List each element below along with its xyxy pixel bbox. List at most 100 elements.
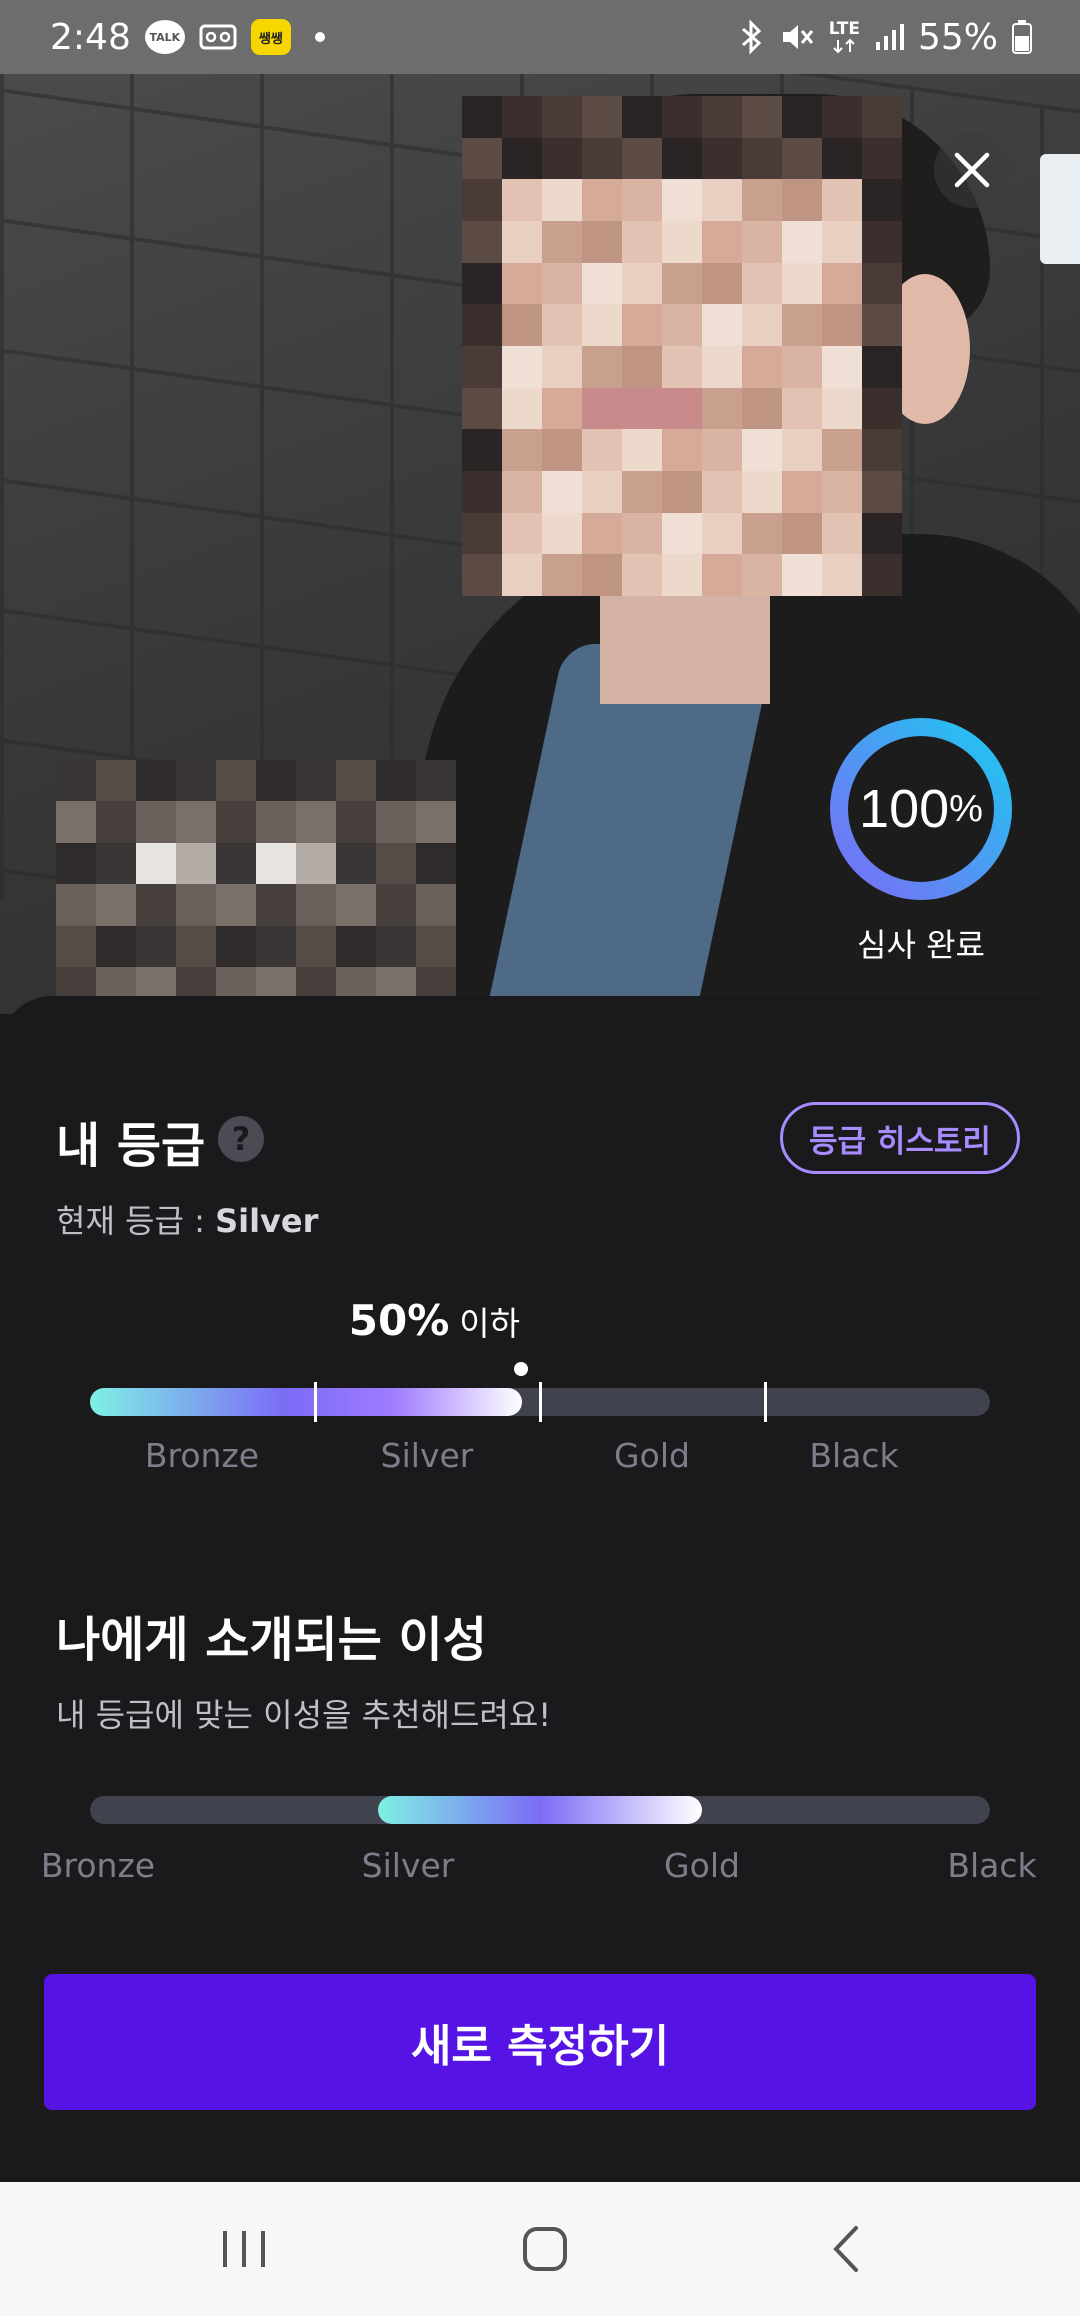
face-pixel (862, 346, 902, 388)
grade-history-button[interactable]: 등급 히스토리 (780, 1102, 1020, 1174)
logo-pixel (336, 760, 376, 802)
face-pixel (702, 512, 742, 555)
face-pixel (742, 346, 782, 388)
logo-pixel (256, 801, 296, 843)
face-pixel (542, 512, 582, 555)
face-pixel (782, 137, 822, 180)
current-grade: 현재 등급 : Silver (56, 1196, 318, 1242)
face-pixel (582, 346, 622, 388)
face-pixel (662, 221, 702, 263)
grade-tier-black: Black (809, 1436, 899, 1475)
face-pixel (862, 304, 902, 346)
face-pixel (622, 262, 662, 305)
face-pixel (582, 304, 622, 346)
face-pixel (702, 346, 742, 388)
face-pixel (582, 387, 622, 430)
face-pixel (782, 471, 822, 513)
face-pixel (662, 96, 702, 138)
logo-pixel (336, 925, 376, 968)
face-pixel (622, 137, 662, 180)
face-pixel (502, 387, 542, 430)
logo-pixel (56, 760, 96, 802)
home-icon (523, 2227, 567, 2271)
tier-divider (764, 1382, 767, 1422)
face-pixel (502, 346, 542, 388)
grade-fill (90, 1388, 522, 1416)
face-pixel (582, 262, 622, 305)
face-pixel (542, 387, 582, 430)
logo-pixel (176, 884, 216, 926)
logo-pixel (96, 925, 136, 968)
face-pixel (662, 554, 702, 596)
face-pixel (662, 346, 702, 388)
logo-pixel (216, 925, 256, 968)
back-button[interactable] (766, 2182, 926, 2316)
face-pixel (822, 304, 862, 346)
face-pixel (862, 179, 902, 221)
face-pixel (662, 387, 702, 430)
face-pixel (502, 304, 542, 346)
face-pixel (702, 304, 742, 346)
logo-pixel (336, 842, 376, 885)
status-left: 2:48 TALK 쌩쌩 (50, 17, 325, 58)
face-pixel (622, 179, 662, 221)
face-pixel (462, 137, 502, 180)
face-pixel (742, 429, 782, 471)
help-icon[interactable]: ? (218, 1116, 264, 1162)
face-pixel (742, 554, 782, 596)
logo-pixel (416, 842, 456, 885)
grade-track (90, 1382, 990, 1422)
close-icon (954, 152, 990, 188)
face-pixel (782, 554, 822, 596)
face-pixel (862, 262, 902, 305)
face-pixel (502, 512, 542, 555)
face-pixel (822, 96, 862, 138)
face-pixel (542, 554, 582, 596)
system-nav-bar (0, 2182, 1080, 2316)
current-grade-prefix: 현재 등급 : (56, 1202, 216, 1240)
face-pixel (862, 137, 902, 180)
logo-pixel (416, 801, 456, 843)
logo-pixel (176, 925, 216, 968)
close-button[interactable] (934, 132, 1010, 208)
logo-pixel (336, 884, 376, 926)
match-tier-gold: Gold (664, 1846, 740, 1885)
logo-pixel (56, 801, 96, 843)
face-pixel (862, 387, 902, 430)
tier-divider (539, 1382, 542, 1422)
kakaotalk-icon: TALK (144, 20, 185, 54)
logo-pixel (56, 884, 96, 926)
match-tier-bronze: Bronze (40, 1846, 156, 1885)
face-pixel (582, 512, 622, 555)
logo-pixel (136, 842, 176, 885)
pixelated-face (462, 96, 902, 596)
logo-pixel (376, 925, 416, 968)
logo-pixel (136, 884, 176, 926)
lte-icon: LTE (829, 20, 860, 54)
face-pixel (822, 471, 862, 513)
face-pixel (622, 387, 662, 430)
home-button[interactable] (465, 2182, 625, 2316)
face-pixel (582, 471, 622, 513)
face-pixel (782, 429, 822, 471)
face-pixel (622, 346, 662, 388)
yellow-app-icon: 쌩쌩 (250, 19, 291, 55)
logo-pixel (296, 760, 336, 802)
match-range-track (90, 1796, 990, 1824)
remeasure-button[interactable]: 새로 측정하기 (44, 1974, 1036, 2110)
face-pixel (462, 346, 502, 388)
logo-pixel (136, 760, 176, 802)
face-pixel (462, 262, 502, 305)
my-grade-title: 내 등급 (56, 1118, 206, 1174)
battery-percent: 55% (917, 16, 998, 58)
logo-pixel (136, 925, 176, 968)
face-pixel (502, 221, 542, 263)
face-pixel (862, 554, 902, 596)
face-pixel (462, 554, 502, 596)
logo-pixel (256, 760, 296, 802)
face-pixel (542, 304, 582, 346)
tier-divider (314, 1382, 317, 1422)
face-pixel (782, 346, 822, 388)
recent-apps-button[interactable] (164, 2182, 324, 2316)
logo-pixel (296, 842, 336, 885)
